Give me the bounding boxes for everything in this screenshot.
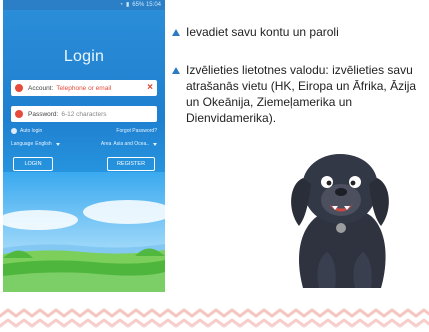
language-value: English (35, 141, 52, 147)
account-field[interactable]: Account: Telephone or email × (11, 80, 157, 96)
instruction-1: Ievadiet savu kontu un paroli (172, 24, 422, 40)
account-value: Telephone or email (56, 84, 112, 92)
chevron-down-icon (55, 142, 60, 146)
area-value: Asia and Ocea.. (113, 141, 149, 147)
login-title: Login (63, 48, 105, 65)
login-button[interactable]: LOGIN (13, 157, 53, 171)
close-icon[interactable]: × (147, 82, 153, 94)
auto-login-toggle[interactable]: Auto login (11, 128, 42, 134)
lock-icon (15, 110, 23, 118)
password-label: Password: (28, 110, 59, 118)
register-button[interactable]: REGISTER (107, 157, 155, 171)
auto-login-label: Auto login (20, 128, 43, 134)
dog-illustration (291, 154, 389, 288)
instruction-line-2: Izvēlieties lietotnes valodu: izvēlietie… (172, 62, 422, 126)
decorative-zigzag-border (0, 308, 429, 328)
triangle-up-icon (172, 67, 180, 74)
checkbox-icon (11, 128, 17, 134)
language-area-row: Language English Area Asia and Ocea.. (11, 141, 157, 147)
signal-icon: ▮ (125, 2, 130, 8)
language-label: Language (11, 141, 34, 147)
status-bar: ◔ ▮ 65% 15:04 (3, 0, 165, 10)
instruction-text-1: Ievadiet savu kontu un paroli (186, 25, 339, 39)
forgot-password-link[interactable]: Forgot Password? (116, 128, 157, 134)
chevron-down-icon (153, 142, 157, 146)
instruction-2: Izvēlieties lietotnes valodu: izvēlietie… (172, 62, 422, 126)
user-icon (15, 84, 23, 92)
login-options-row: Auto login Forgot Password? (11, 128, 157, 134)
password-placeholder: 6-12 characters (61, 110, 107, 118)
instruction-line-1: Ievadiet savu kontu un paroli (172, 24, 422, 40)
password-field[interactable]: Password: 6-12 characters (11, 106, 157, 122)
wifi-icon: ◔ (119, 2, 123, 8)
area-label: Area (100, 141, 112, 147)
phone-screenshot: ◔ ▮ 65% 15:04 Login Account: Telephone o… (3, 0, 165, 292)
instruction-text-2: Izvēlieties lietotnes valodu: izvēlietie… (186, 63, 417, 125)
language-select[interactable]: Language English (11, 141, 60, 147)
status-battery-time: 65% 15:04 (132, 2, 161, 8)
account-label: Account: (28, 84, 54, 92)
area-select[interactable]: Area Asia and Ocea.. (101, 141, 157, 147)
triangle-up-icon (172, 29, 180, 36)
background-landscape (3, 172, 165, 292)
